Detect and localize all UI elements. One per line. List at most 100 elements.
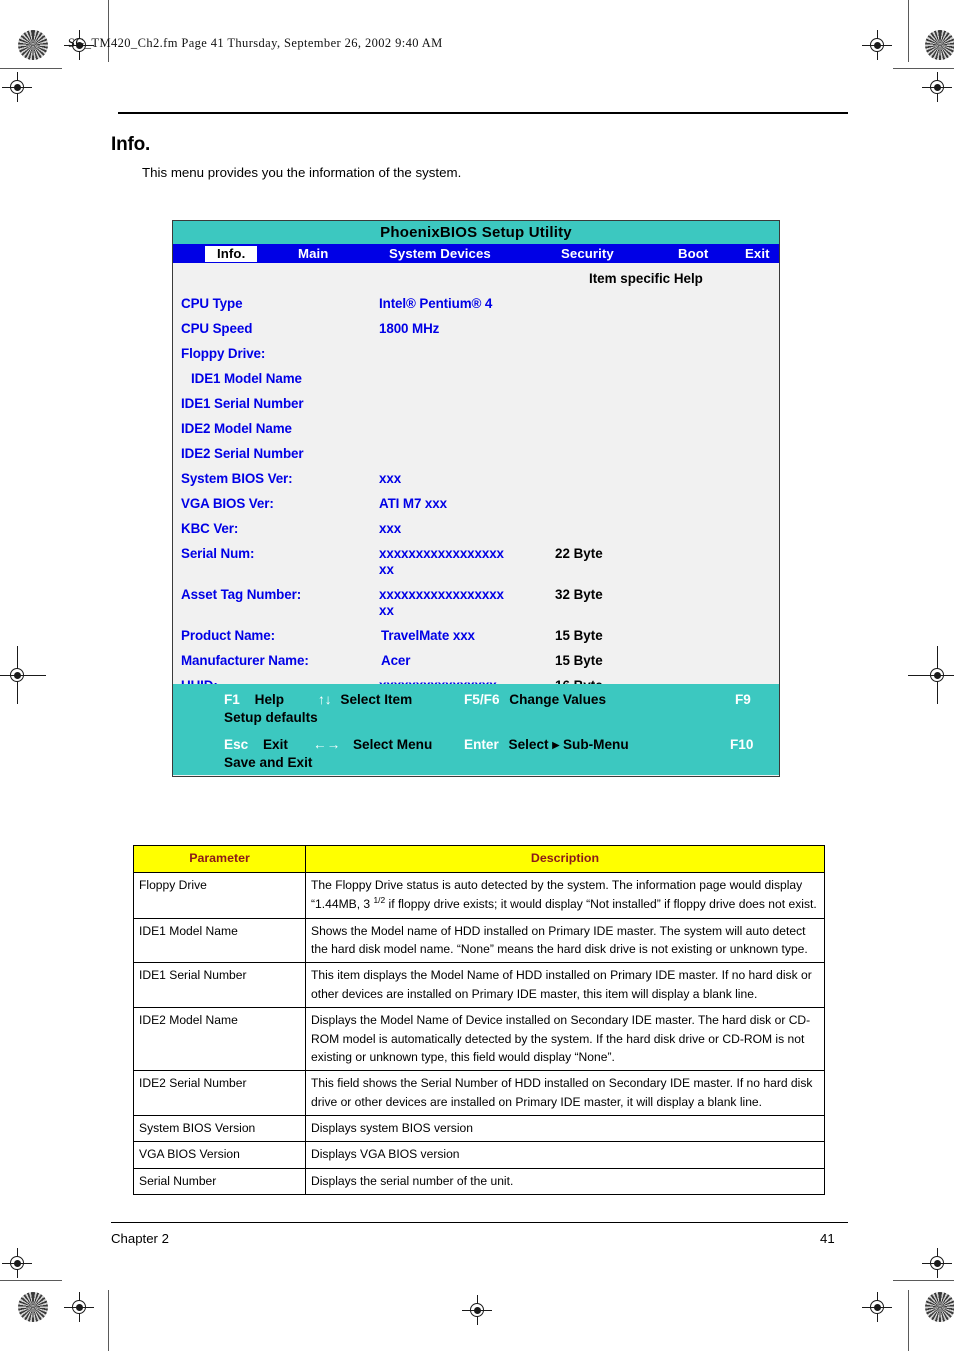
bios-setup-screen: PhoenixBIOS Setup Utility Info. Main Sys…: [172, 220, 780, 777]
bios-label-kbc-ver: KBC Ver:: [181, 521, 239, 536]
registration-mark-bottom-left: [64, 1292, 94, 1322]
tab-security[interactable]: Security: [561, 246, 614, 261]
bios-row-kbc-ver[interactable]: KBC Ver: xxx: [181, 521, 775, 538]
trim-line-bottomright-horizontal: [893, 1280, 954, 1282]
cell-parameter: IDE2 Serial Number: [133, 1070, 306, 1116]
bios-label-product-name: Product Name:: [181, 628, 275, 643]
bios-row-product-name[interactable]: Product Name: TravelMate xxx 15 Byte: [181, 628, 775, 645]
bios-body: Item specific Help CPU Type Intel® Penti…: [173, 263, 779, 693]
bios-row-system-bios-ver[interactable]: System BIOS Ver: xxx: [181, 471, 775, 488]
footer-key-enter-label: Enter: [464, 737, 499, 752]
footer-key-enter[interactable]: Enter Select ▸ Sub-Menu: [464, 737, 629, 753]
footer-key-select-menu-text: Select Menu: [352, 737, 433, 752]
registration-mark-right-middle: [908, 646, 954, 704]
bios-byte-product-name: 15 Byte: [555, 628, 603, 643]
header-rule: [118, 112, 848, 114]
footer-key-f5-f6[interactable]: F5/F6 Change Values: [464, 692, 606, 707]
bios-row-ide2-model-name[interactable]: IDE2 Model Name: [181, 421, 775, 438]
table-row: IDE2 Serial Number This field shows the …: [133, 1070, 825, 1116]
table-row: VGA BIOS Version Displays VGA BIOS versi…: [133, 1141, 825, 1169]
cell-description: This field shows the Serial Number of HD…: [305, 1070, 825, 1116]
footer-key-save-and-exit[interactable]: Save and Exit: [224, 755, 312, 770]
registration-dot-top-right: [925, 30, 954, 60]
bios-value-system-bios-ver: xxx: [379, 471, 402, 486]
trim-line-bottomleft-vertical: [108, 1290, 109, 1351]
footer-key-setup-defaults[interactable]: Setup defaults: [224, 710, 318, 725]
trim-line-left-vertical: [108, 0, 109, 62]
bios-value-asset-tag-number-continued: xx: [379, 603, 394, 618]
table-header-row: Parameter Description: [133, 845, 825, 873]
bios-label-serial-num: Serial Num:: [181, 546, 255, 561]
bios-title-bar: PhoenixBIOS Setup Utility: [173, 221, 779, 244]
cell-description: Displays the serial number of the unit.: [305, 1167, 825, 1196]
footer-key-f10[interactable]: F10: [730, 737, 753, 752]
cell-description: Shows the Model name of HDD installed on…: [305, 917, 825, 964]
footer-key-arrows-horizontal[interactable]: ←→ Select Menu: [313, 737, 432, 752]
footer-key-f9[interactable]: F9: [735, 692, 751, 707]
bios-row-ide1-model-name[interactable]: IDE1 Model Name: [181, 371, 775, 388]
bios-row-ide2-serial-number[interactable]: IDE2 Serial Number: [181, 446, 775, 463]
cell-parameter: VGA BIOS Version: [133, 1141, 306, 1169]
footer-key-f1-label: F1: [224, 692, 240, 707]
table-row: IDE2 Model Name Displays the Model Name …: [133, 1007, 825, 1072]
registration-mark-right-lower: [922, 1248, 952, 1278]
bios-label-ide1-serial-number: IDE1 Serial Number: [181, 396, 304, 411]
bios-row-ide1-serial-number[interactable]: IDE1 Serial Number: [181, 396, 775, 413]
tab-exit[interactable]: Exit: [745, 246, 770, 261]
trim-line-right-vertical: [908, 0, 909, 62]
cell-parameter: IDE1 Serial Number: [133, 962, 306, 1009]
bios-value-manufacturer-name: Acer: [381, 653, 411, 668]
registration-mark-left-upper: [2, 72, 32, 102]
cell-parameter: IDE1 Model Name: [133, 917, 306, 964]
cell-description: Displays VGA BIOS version: [305, 1141, 825, 1169]
trim-line-bottomright-vertical: [908, 1290, 909, 1351]
footer-key-f1[interactable]: F1 Help: [224, 692, 284, 707]
bios-value-cpu-type: Intel® Pentium® 4: [379, 296, 493, 311]
footer-key-esc[interactable]: Esc Exit: [224, 737, 288, 752]
cell-parameter: IDE2 Model Name: [133, 1007, 306, 1072]
table-row: System BIOS Version Displays system BIOS…: [133, 1114, 825, 1143]
bios-label-manufacturer-name: Manufacturer Name:: [181, 653, 309, 668]
footer-key-f5f6-label: F5/F6: [464, 692, 500, 707]
footer-save-and-exit-text: Save and Exit: [224, 755, 313, 770]
footer-key-change-values-text: Change Values: [509, 692, 606, 707]
cell-parameter: Floppy Drive: [133, 871, 306, 919]
bios-row-floppy-drive[interactable]: Floppy Drive:: [181, 346, 775, 363]
bios-row-serial-num[interactable]: Serial Num: xxxxxxxxxxxxxxxxx 22 Byte: [181, 546, 775, 563]
footer-page-number: 41: [820, 1231, 835, 1246]
bios-value-serial-num: xxxxxxxxxxxxxxxxx: [379, 546, 504, 561]
footer-key-arrows-vertical[interactable]: ↑↓ Select Item: [318, 692, 412, 707]
bios-label-system-bios-ver: System BIOS Ver:: [181, 471, 293, 486]
bios-tab-bar: Info. Main System Devices Security Boot …: [173, 244, 779, 263]
table-row: Floppy Drive The Floppy Drive status is …: [133, 871, 825, 919]
bios-help-footer: F1 Help ↑↓ Select Item F5/F6 Change Valu…: [173, 684, 779, 775]
bios-row-vga-bios-ver[interactable]: VGA BIOS Ver: ATI M7 xxx: [181, 496, 775, 513]
bios-value-serial-num-continued: xx: [379, 562, 394, 577]
footer-key-exit-text: Exit: [262, 737, 288, 752]
bios-row-cpu-type[interactable]: CPU Type Intel® Pentium® 4: [181, 296, 775, 313]
tab-main[interactable]: Main: [298, 246, 328, 261]
tab-boot[interactable]: Boot: [678, 246, 708, 261]
bios-label-floppy-drive: Floppy Drive:: [181, 346, 266, 361]
bios-value-product-name: TravelMate xxx: [381, 628, 475, 643]
tab-info[interactable]: Info.: [205, 245, 258, 262]
footer-key-f1-text: Help: [254, 692, 285, 707]
registration-mark-bottom-right: [862, 1292, 892, 1322]
column-header-description: Description: [305, 845, 825, 873]
bios-row-serial-num-wrap: xx: [181, 562, 775, 579]
bios-label-ide1-model-name: IDE1 Model Name: [191, 371, 302, 386]
item-specific-help-header: Item specific Help: [589, 271, 703, 286]
cell-description: Displays the Model Name of Device instal…: [305, 1007, 825, 1072]
tab-system-devices[interactable]: System Devices: [389, 246, 491, 261]
cell-description: The Floppy Drive status is auto detected…: [305, 871, 825, 919]
cell-description: This item displays the Model Name of HDD…: [305, 962, 825, 1009]
bios-value-asset-tag-number: xxxxxxxxxxxxxxxxx: [379, 587, 504, 602]
bios-row-cpu-speed[interactable]: CPU Speed 1800 MHz: [181, 321, 775, 338]
bios-row-manufacturer-name[interactable]: Manufacturer Name: Acer 15 Byte: [181, 653, 775, 670]
bios-row-asset-tag-number[interactable]: Asset Tag Number: xxxxxxxxxxxxxxxxx 32 B…: [181, 587, 775, 604]
bios-row-asset-tag-number-wrap: xx: [181, 603, 775, 620]
table-row: IDE1 Model Name Shows the Model name of …: [133, 917, 825, 964]
bios-label-asset-tag-number: Asset Tag Number:: [181, 587, 302, 602]
registration-mark-left-lower: [2, 1248, 32, 1278]
footer-chapter-label: Chapter 2: [111, 1231, 169, 1246]
